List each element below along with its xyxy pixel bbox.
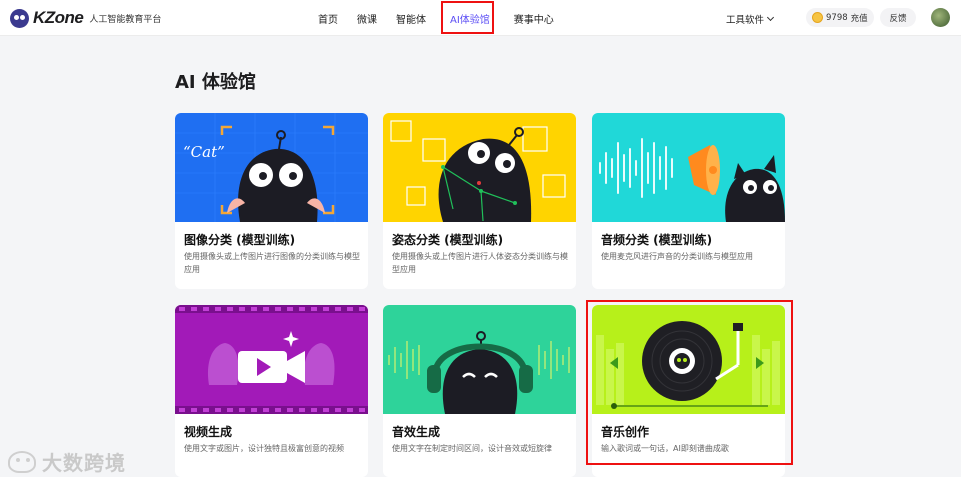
- nav-item-microcourse[interactable]: 微课: [357, 11, 377, 26]
- card-description: 使用摄像头或上传图片进行人体姿态分类训练与模型应用: [392, 252, 568, 274]
- card-sound-effect-generation[interactable]: 音效生成 使用文字在制定时间区间，设计音效或短旋律: [383, 305, 576, 477]
- coin-count: 9798: [826, 12, 848, 23]
- brand-logo[interactable]: KZone 人工智能教育平台: [10, 8, 161, 28]
- card-audio-classification[interactable]: 音频分类 (模型训练) 使用麦克风进行声音的分类训练与模型应用: [592, 113, 785, 289]
- kzone-logo-icon: [10, 8, 29, 28]
- recharge-link[interactable]: 充值: [851, 12, 868, 24]
- audio-classification-thumbnail: [592, 113, 785, 222]
- top-header: KZone 人工智能教育平台 首页 微课 智能体 AI体验馆 赛事中心 工具软件…: [0, 0, 961, 36]
- nav-item-agents[interactable]: 智能体: [396, 11, 426, 26]
- watermark: 大数跨境: [8, 447, 126, 476]
- tools-label: 工具软件: [726, 15, 765, 26]
- card-description: 使用摄像头或上传图片进行图像的分类训练与模型应用: [184, 252, 360, 274]
- nav-item-contests[interactable]: 赛事中心: [514, 11, 554, 26]
- card-video-generation[interactable]: 视频生成 使用文字或图片，设计独特且极富创意的视频: [175, 305, 368, 477]
- nav-item-home[interactable]: 首页: [318, 11, 338, 26]
- watermark-text: 大数跨境: [42, 451, 126, 475]
- video-generation-thumbnail: [175, 305, 368, 414]
- card-title: 音效生成: [392, 425, 441, 439]
- chevron-down-icon: [766, 13, 775, 22]
- card-highlight-box: [586, 300, 793, 465]
- card-image-classification[interactable]: “Cat” 图像分类 (模型训练) 使用摄像头或上传图片进行图像的分类训练与模型…: [175, 113, 368, 289]
- card-title: 音频分类 (模型训练): [601, 233, 713, 247]
- card-title: 视频生成: [184, 425, 233, 439]
- card-title: 图像分类 (模型训练): [184, 233, 296, 247]
- card-description: 使用文字或图片，设计独特且极富创意的视频: [184, 444, 344, 453]
- card-description: 使用文字在制定时间区间，设计音效或短旋律: [392, 444, 552, 453]
- nav-highlight-box: [441, 1, 494, 34]
- coin-icon: [812, 12, 823, 23]
- thumb-cat-label: “Cat”: [183, 143, 225, 161]
- brand-subtitle: 人工智能教育平台: [89, 14, 162, 25]
- sound-effect-thumbnail: [383, 305, 576, 414]
- card-pose-classification[interactable]: 姿态分类 (模型训练) 使用摄像头或上传图片进行人体姿态分类训练与模型应用: [383, 113, 576, 289]
- page-title: AI 体验馆: [175, 72, 256, 93]
- card-description: 使用麦克风进行声音的分类训练与模型应用: [601, 252, 753, 261]
- pose-classification-thumbnail: [383, 113, 576, 222]
- feedback-button[interactable]: 反馈: [880, 8, 916, 27]
- brand-name: KZone: [33, 8, 84, 27]
- watermark-logo-icon: [8, 450, 36, 473]
- image-classification-thumbnail: “Cat”: [175, 113, 368, 222]
- card-title: 姿态分类 (模型训练): [392, 233, 504, 247]
- coin-balance[interactable]: 9798 充值: [806, 8, 874, 27]
- user-avatar[interactable]: [931, 8, 950, 27]
- tools-dropdown[interactable]: 工具软件: [726, 12, 775, 26]
